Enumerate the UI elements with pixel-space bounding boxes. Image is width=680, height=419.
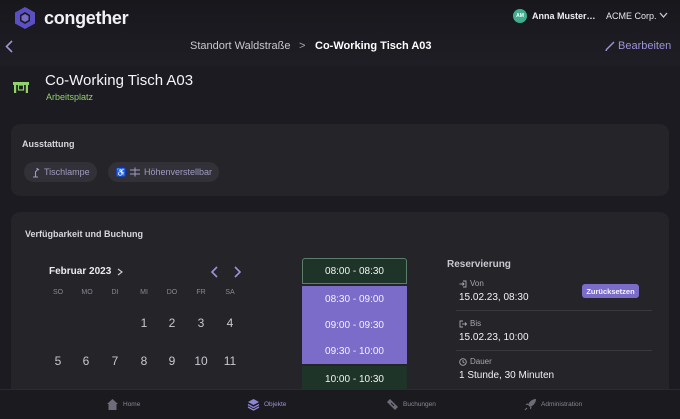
- time-slot[interactable]: 09:30 - 10:00: [302, 338, 407, 364]
- logout-icon: [459, 320, 467, 327]
- desk-icon: [13, 82, 29, 93]
- calendar-day[interactable]: 8: [133, 354, 155, 368]
- calendar-day[interactable]: 7: [104, 354, 126, 368]
- accessibility-icon: ♿: [115, 166, 127, 178]
- home-icon: [107, 399, 118, 410]
- calendar-day[interactable]: 6: [75, 354, 97, 368]
- chevron-down-icon[interactable]: [659, 12, 668, 18]
- nav-label: Buchungen: [403, 401, 436, 408]
- from-label-text: Von: [470, 279, 484, 288]
- nav-administration[interactable]: Administration: [524, 398, 582, 411]
- to-label: Bis: [459, 319, 481, 328]
- duration-label: Dauer: [459, 357, 492, 366]
- layers-icon: [247, 399, 260, 411]
- equipment-chip-lamp: Tischlampe: [24, 162, 97, 182]
- reservation-title: Reservierung: [447, 259, 511, 270]
- nav-objects[interactable]: Objekte: [247, 398, 286, 411]
- from-value: 15.02.23, 08:30: [459, 292, 529, 303]
- calendar-day[interactable]: 3: [190, 316, 212, 330]
- weekday-label: SA: [225, 289, 235, 296]
- breadcrumb-location[interactable]: Standort Waldstraße: [190, 40, 290, 52]
- bottom-navigation: Home Objekte Buchungen Administration: [0, 389, 680, 419]
- equipment-title: Ausstattung: [22, 139, 75, 149]
- equipment-card: Ausstattung Tischlampe ♿ Höhenverstellba…: [11, 124, 669, 196]
- weekday-label: MI: [140, 289, 148, 296]
- rocket-icon: [524, 399, 536, 411]
- equipment-chip-height: ♿ Höhenverstellbar: [108, 162, 220, 182]
- weekday-label: SO: [52, 289, 64, 296]
- breadcrumb: Standort Waldstraße > Co-Working Tisch A…: [0, 40, 680, 54]
- app-name: congether: [44, 7, 129, 28]
- height-adjust-icon: [130, 167, 140, 177]
- nav-label: Home: [123, 401, 141, 408]
- ticket-icon: [387, 399, 398, 410]
- nav-label: Administration: [541, 401, 583, 408]
- user-menu[interactable]: AM Anna Muster…: [513, 9, 596, 23]
- to-value: 15.02.23, 10:00: [459, 332, 529, 343]
- divider: [456, 310, 652, 311]
- clock-icon: [459, 357, 467, 366]
- avatar: AM: [513, 9, 527, 23]
- edit-label: Bearbeiten: [618, 40, 672, 52]
- calendar-day[interactable]: 11: [219, 354, 241, 368]
- calendar-month[interactable]: Februar 2023: [49, 266, 111, 277]
- congether-logo-icon: [15, 7, 35, 29]
- top-bar: congether AM Anna Muster… ACME Corp. Sta…: [0, 0, 680, 66]
- weekday-label: DO: [166, 289, 178, 296]
- previous-month-icon[interactable]: [210, 266, 218, 278]
- time-slot-list[interactable]: 08:00 - 08:30 08:30 - 09:00 09:00 - 09:3…: [302, 258, 407, 393]
- calendar-day[interactable]: 10: [190, 354, 212, 368]
- to-label-text: Bis: [470, 319, 482, 328]
- user-name: Anna Muster…: [532, 11, 596, 21]
- organization-selector[interactable]: ACME Corp.: [606, 11, 657, 21]
- calendar-day[interactable]: 2: [161, 316, 183, 330]
- duration-label-text: Dauer: [470, 357, 492, 366]
- breadcrumb-separator: >: [299, 40, 306, 52]
- nav-home[interactable]: Home: [106, 398, 140, 411]
- weekday-label: DI: [111, 289, 119, 296]
- availability-title: Verfügbarkeit und Buchung: [25, 229, 144, 239]
- pencil-icon: [605, 41, 615, 51]
- equipment-label: Tischlampe: [44, 167, 90, 177]
- reset-button[interactable]: Zurücksetzen: [582, 284, 639, 298]
- weekday-label: FR: [196, 289, 206, 296]
- time-slot[interactable]: 08:00 - 08:30: [302, 258, 407, 284]
- chevron-right-icon[interactable]: [117, 268, 123, 276]
- divider: [456, 350, 652, 351]
- next-month-icon[interactable]: [234, 266, 242, 278]
- calendar-day[interactable]: 9: [161, 354, 183, 368]
- breadcrumb-current: Co-Working Tisch A03: [315, 40, 432, 52]
- edit-button[interactable]: Bearbeiten: [604, 40, 671, 52]
- app-logo[interactable]: congether: [13, 6, 129, 30]
- nav-bookings[interactable]: Buchungen: [386, 398, 436, 411]
- calendar-day[interactable]: 1: [133, 316, 155, 330]
- calendar-day[interactable]: 5: [47, 354, 69, 368]
- from-label: Von: [459, 279, 484, 288]
- duration-value: 1 Stunde, 30 Minuten: [459, 370, 555, 381]
- equipment-label: Höhenverstellbar: [144, 167, 213, 177]
- object-type: Arbeitsplatz: [46, 92, 94, 102]
- weekday-label: MO: [81, 289, 93, 296]
- time-slot[interactable]: 09:00 - 09:30: [302, 312, 407, 338]
- page-title: Co-Working Tisch A03: [45, 72, 194, 89]
- time-slot[interactable]: 08:30 - 09:00: [302, 286, 407, 312]
- login-icon: [459, 280, 467, 287]
- lamp-icon: [33, 167, 40, 178]
- calendar-day[interactable]: 4: [219, 316, 241, 330]
- nav-label: Objekte: [264, 401, 287, 408]
